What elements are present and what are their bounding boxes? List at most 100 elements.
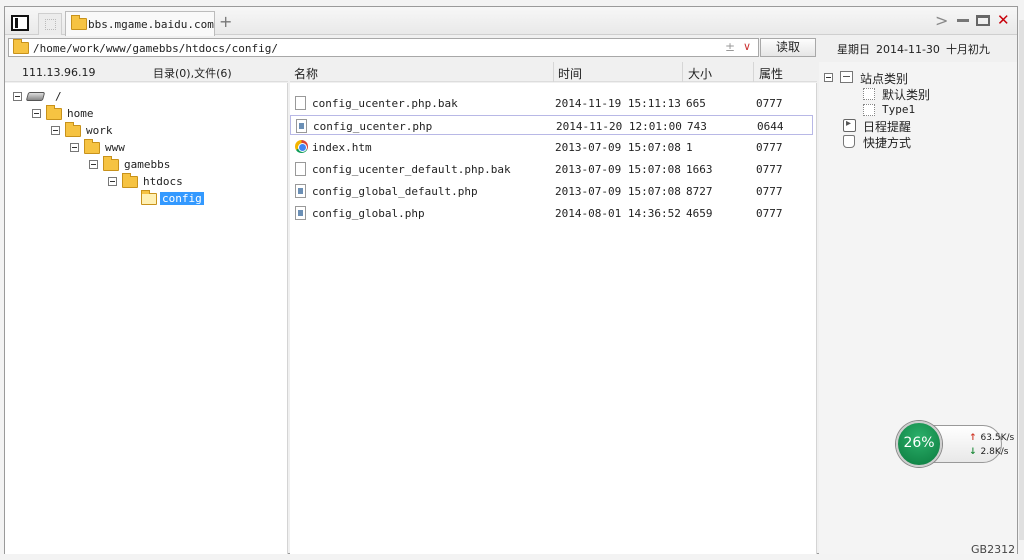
- tab-bar: bbs.mgame.baidu.com + > ✕: [5, 7, 1017, 36]
- arrow-down-icon: ↓: [969, 447, 977, 457]
- collapse-icon[interactable]: [70, 143, 79, 152]
- blank-tab[interactable]: [38, 13, 62, 35]
- date-display: 星期日 2014-11-30 十月初九: [837, 41, 996, 57]
- folder-icon: [71, 15, 87, 30]
- php-file-icon: [295, 206, 306, 220]
- folder-icon: [84, 139, 100, 154]
- file-size: 743: [687, 120, 707, 133]
- php-file-icon: [296, 119, 307, 133]
- open-folder-icon: [141, 190, 157, 205]
- encoding-label[interactable]: GB2312: [971, 543, 1015, 556]
- close-button[interactable]: ✕: [997, 11, 1010, 29]
- folder-icon: [13, 39, 29, 54]
- directory-tree: / home work www gamebbs htdocs config: [5, 83, 288, 554]
- panel-toggle-icon[interactable]: [11, 15, 29, 31]
- read-button[interactable]: 读取: [760, 38, 816, 57]
- file-row[interactable]: config_global.php 2014-08-01 14:36:52 46…: [290, 203, 813, 223]
- folder-icon: [103, 156, 119, 171]
- path-text: /home/work/www/gamebbs/htdocs/config/: [33, 42, 279, 55]
- default-category-label: 默认类别: [882, 88, 931, 102]
- file-row[interactable]: config_global_default.php 2013-07-09 15:…: [290, 181, 813, 201]
- app-window: bbs.mgame.baidu.com + > ✕ /home/work/www…: [4, 6, 1018, 556]
- php-file-icon: [295, 184, 306, 198]
- blank-file-icon: [295, 96, 306, 110]
- window-edge-strip: [1019, 20, 1024, 540]
- file-row[interactable]: config_ucenter.php 2014-11-20 12:01:00 7…: [290, 115, 813, 135]
- file-list-header: 名称 时间 大小 属性: [290, 62, 817, 82]
- left-panel-header: 111.13.96.19 目录(0),文件(6): [5, 62, 288, 82]
- chevron-down-icon[interactable]: ∨: [743, 40, 751, 53]
- maximize-button[interactable]: [976, 15, 990, 26]
- tree-node-label: www: [105, 141, 125, 154]
- tab-label: bbs.mgame.baidu.com: [88, 18, 214, 31]
- collapse-icon[interactable]: [108, 177, 117, 186]
- arrow-up-icon: ↑: [969, 433, 977, 443]
- path-input[interactable]: /home/work/www/gamebbs/htdocs/config/ ± …: [8, 38, 759, 57]
- file-size: 8727: [686, 185, 713, 198]
- upload-speed: ↑ 63.5K/s: [969, 433, 1014, 443]
- shortcuts-label: 快捷方式: [863, 136, 912, 150]
- file-size: 4659: [686, 207, 713, 220]
- collapse-icon[interactable]: [51, 126, 60, 135]
- weekday: 星期日: [837, 43, 870, 56]
- plus-minus-icon[interactable]: ±: [725, 40, 735, 54]
- date-text: 2014-11-30: [876, 43, 940, 56]
- chevron-right-icon[interactable]: >: [935, 11, 948, 30]
- file-attr: 0777: [756, 141, 783, 154]
- file-row[interactable]: config_ucenter.php.bak 2014-11-19 15:11:…: [290, 93, 813, 113]
- file-size: 1: [686, 141, 693, 154]
- file-time: 2014-11-20 12:01:00: [556, 120, 682, 133]
- folder-icon: [122, 173, 138, 188]
- file-row[interactable]: config_ucenter_default.php.bak 2013-07-0…: [290, 159, 813, 179]
- category-box-icon: [840, 71, 853, 83]
- collapse-icon[interactable]: [824, 73, 833, 82]
- file-name: config_ucenter.php: [313, 120, 433, 133]
- tree-node-label: /: [55, 90, 62, 103]
- tree-node-label: config: [160, 192, 204, 205]
- file-row[interactable]: index.htm 2013-07-09 15:07:08 1 0777: [290, 137, 813, 157]
- file-time: 2014-08-01 14:36:52: [555, 207, 681, 220]
- collapse-icon[interactable]: [13, 92, 22, 101]
- file-name: config_global_default.php: [312, 185, 478, 198]
- category-item-icon: [863, 104, 875, 116]
- minimize-button[interactable]: [957, 19, 969, 22]
- file-name: config_ucenter_default.php.bak: [312, 163, 511, 176]
- type1-label: Type1: [882, 103, 916, 116]
- network-speed-widget[interactable]: ↑ 63.5K/s ↓ 2.8K/s 26%: [896, 421, 1014, 467]
- category-item-icon: [863, 88, 875, 100]
- new-tab-button[interactable]: +: [219, 12, 232, 31]
- column-divider[interactable]: [682, 62, 683, 82]
- blank-file-icon: [295, 162, 306, 176]
- column-header-attr[interactable]: 属性: [759, 65, 783, 82]
- file-time: 2013-07-09 15:07:08: [555, 141, 681, 154]
- collapse-icon[interactable]: [89, 160, 98, 169]
- dir-file-count: 目录(0),文件(6): [153, 67, 232, 80]
- file-size: 665: [686, 97, 706, 110]
- upload-speed-value: 63.5K/s: [980, 433, 1015, 443]
- tree-node-label: gamebbs: [124, 158, 171, 171]
- chrome-icon: [295, 140, 308, 153]
- file-name: config_ucenter.php.bak: [312, 97, 458, 110]
- tab-active[interactable]: bbs.mgame.baidu.com: [65, 11, 215, 36]
- tree-node-label: work: [86, 124, 113, 137]
- file-attr: 0777: [756, 185, 783, 198]
- column-divider[interactable]: [553, 62, 554, 82]
- file-list: config_ucenter.php.bak 2014-11-19 15:11:…: [290, 83, 817, 554]
- site-categories-label: 站点类别: [860, 72, 909, 86]
- schedule-label: 日程提醒: [863, 120, 912, 134]
- tree-node-label: home: [67, 107, 94, 120]
- column-header-name[interactable]: 名称: [294, 65, 318, 82]
- column-header-time[interactable]: 时间: [558, 65, 582, 82]
- file-attr: 0777: [756, 207, 783, 220]
- folder-icon: [65, 122, 81, 137]
- file-time: 2013-07-09 15:07:08: [555, 185, 681, 198]
- usage-percent: 26%: [903, 435, 935, 451]
- server-ip: 111.13.96.19: [22, 66, 96, 79]
- column-divider[interactable]: [753, 62, 754, 82]
- usage-circle[interactable]: 26%: [896, 421, 942, 467]
- download-speed: ↓ 2.8K/s: [969, 447, 1008, 457]
- file-name: index.htm: [312, 141, 372, 154]
- column-header-size[interactable]: 大小: [688, 65, 712, 82]
- collapse-icon[interactable]: [32, 109, 41, 118]
- lunar-date: 十月初九: [945, 43, 990, 56]
